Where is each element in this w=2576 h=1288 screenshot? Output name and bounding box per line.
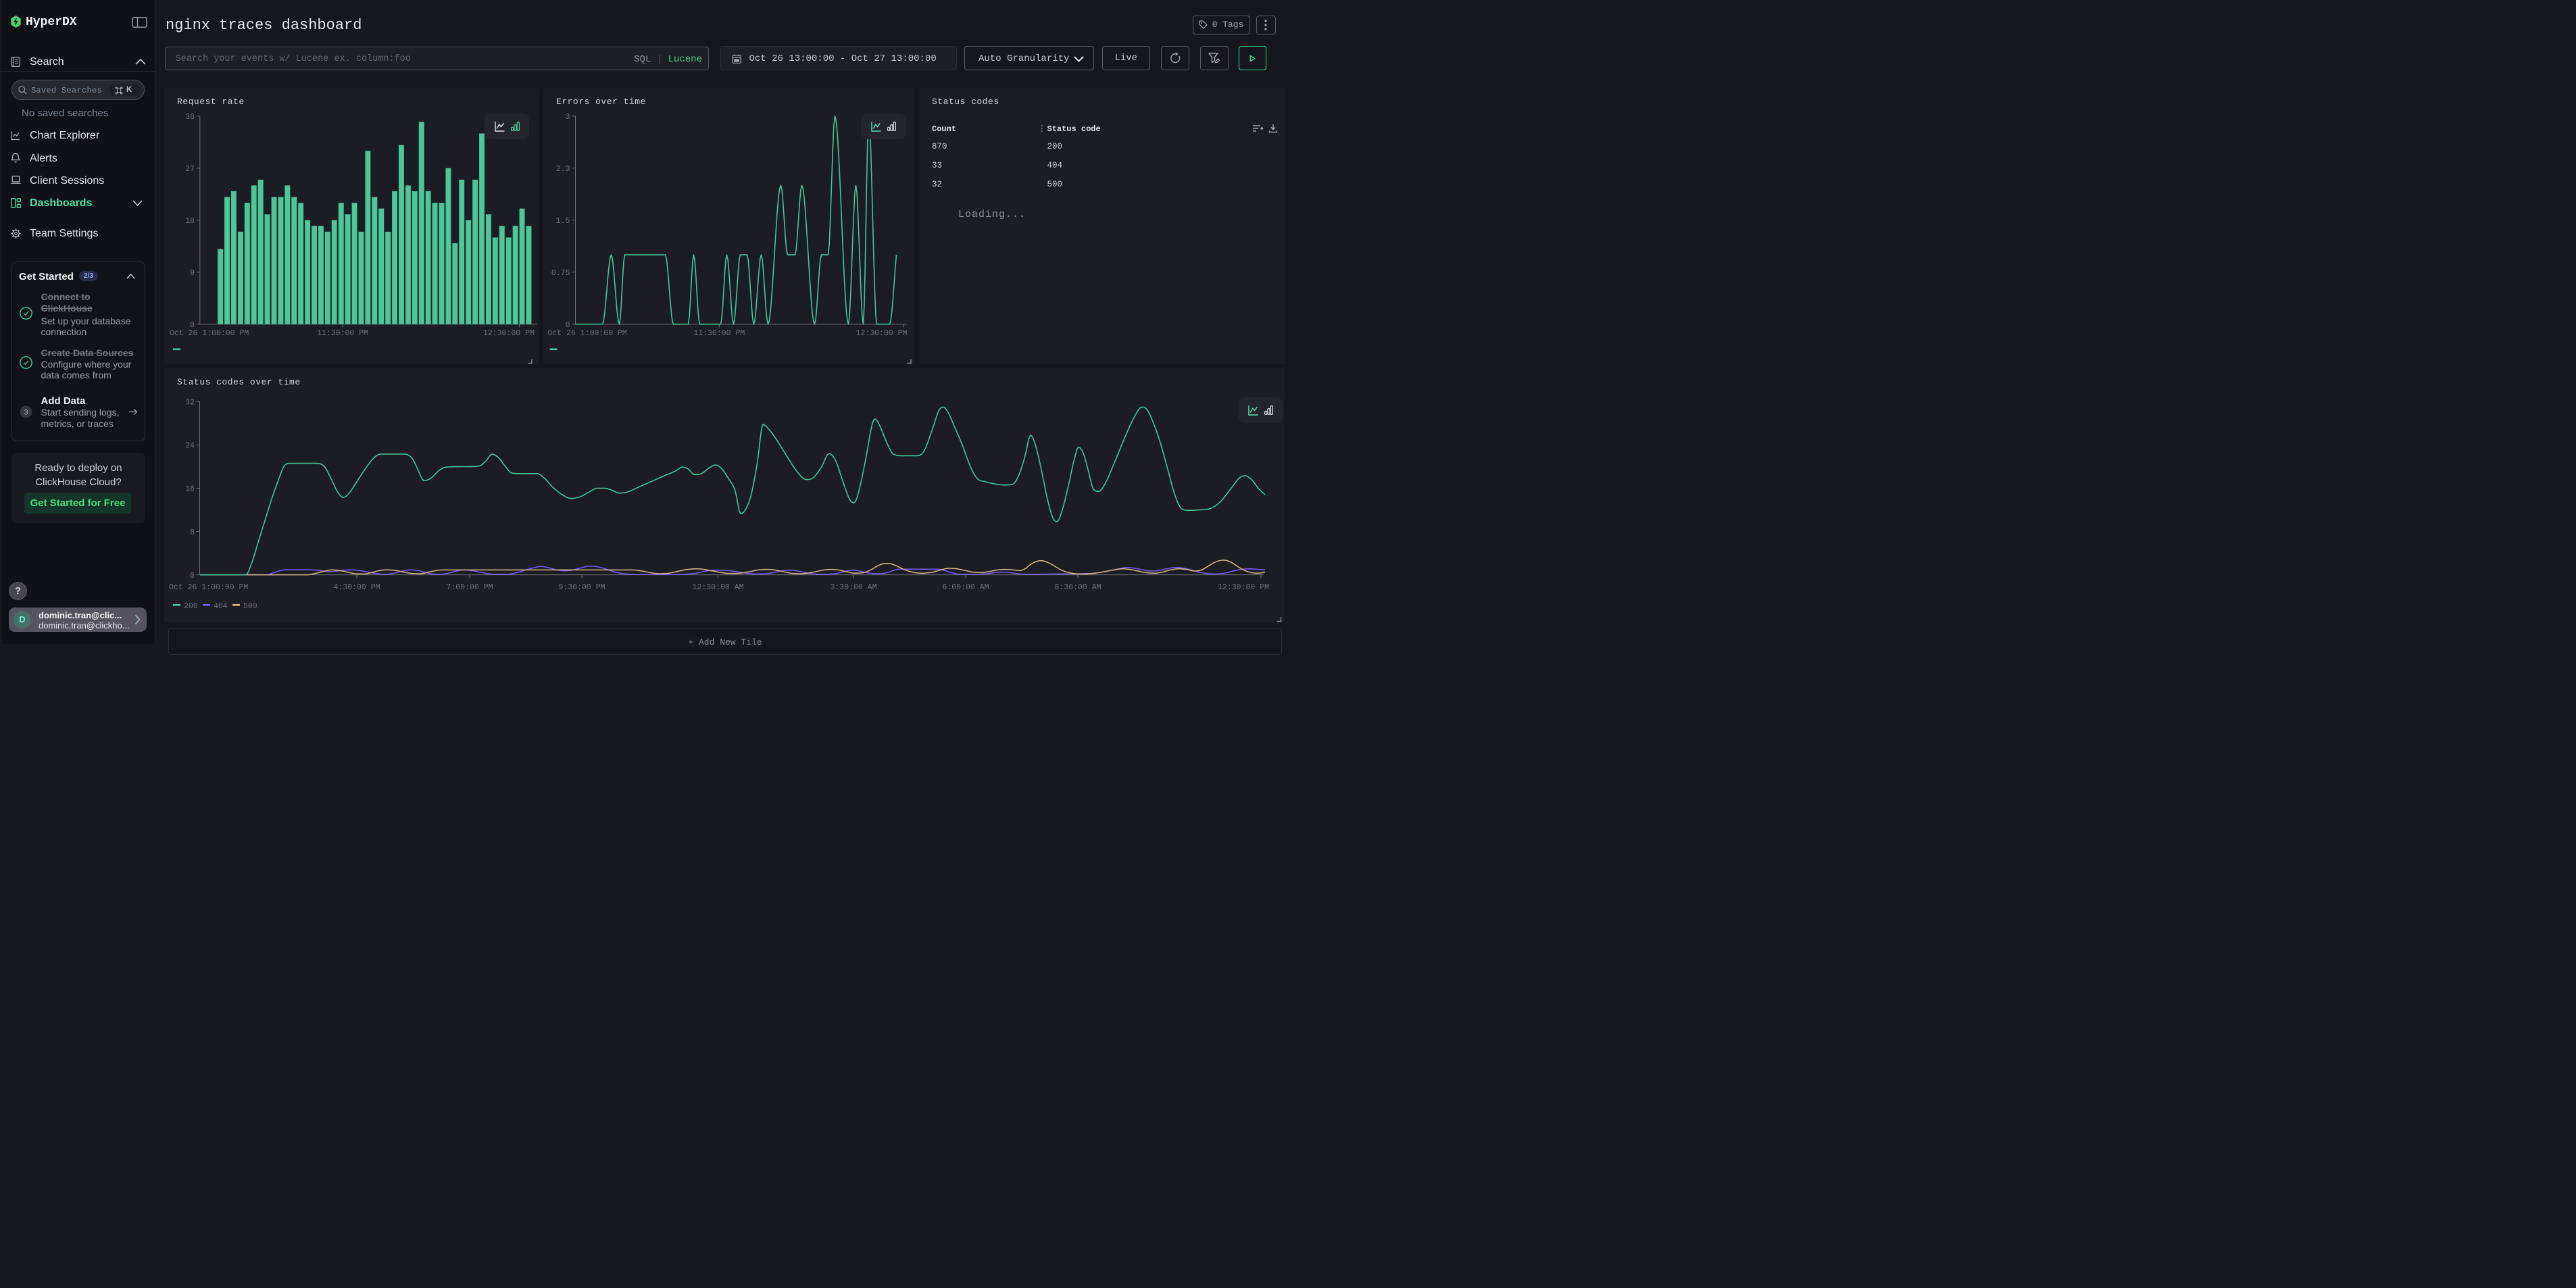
svg-text:6:00:00 AM: 6:00:00 AM: [942, 583, 989, 592]
svg-text:0: 0: [190, 572, 195, 580]
svg-text:Oct 26 1:00:00 PM: Oct 26 1:00:00 PM: [170, 329, 249, 338]
svg-text:3: 3: [24, 408, 28, 416]
svg-text:27: 27: [185, 165, 195, 174]
svg-text:9: 9: [190, 269, 195, 278]
svg-text:11:30:00 PM: 11:30:00 PM: [317, 329, 368, 338]
svg-text:Oct 26 1:00:00 PM: Oct 26 1:00:00 PM: [169, 583, 248, 592]
svg-text:200: 200: [184, 602, 198, 611]
svg-text:3: 3: [565, 113, 570, 122]
svg-text:3:30:00 AM: 3:30:00 AM: [830, 583, 876, 592]
svg-text:36: 36: [185, 113, 195, 122]
svg-text:16: 16: [185, 485, 195, 494]
svg-text:24: 24: [185, 442, 195, 451]
svg-text:18: 18: [185, 217, 195, 226]
svg-text:11:30:00 PM: 11:30:00 PM: [693, 329, 745, 338]
svg-text:1.5: 1.5: [555, 217, 570, 226]
svg-text:Oct 26 1:00:00 PM: Oct 26 1:00:00 PM: [547, 329, 626, 338]
svg-text:12:30:00 PM: 12:30:00 PM: [1218, 583, 1269, 592]
svg-text:0.75: 0.75: [551, 269, 570, 278]
svg-text:2.3: 2.3: [555, 165, 570, 174]
svg-text:12:30:00 PM: 12:30:00 PM: [483, 329, 535, 338]
svg-text:12:30:00 AM: 12:30:00 AM: [693, 583, 744, 592]
svg-text:500: 500: [243, 602, 257, 611]
svg-text:4:30:00 PM: 4:30:00 PM: [333, 583, 380, 592]
svg-text:8: 8: [190, 528, 195, 537]
svg-text:9:30:00 PM: 9:30:00 PM: [558, 583, 605, 592]
svg-text:7:00:00 PM: 7:00:00 PM: [446, 583, 493, 592]
svg-text:8:30:00 AM: 8:30:00 AM: [1054, 583, 1101, 592]
svg-text:32: 32: [185, 399, 195, 407]
svg-text:404: 404: [214, 602, 228, 611]
svg-text:12:30:00 PM: 12:30:00 PM: [856, 329, 907, 338]
